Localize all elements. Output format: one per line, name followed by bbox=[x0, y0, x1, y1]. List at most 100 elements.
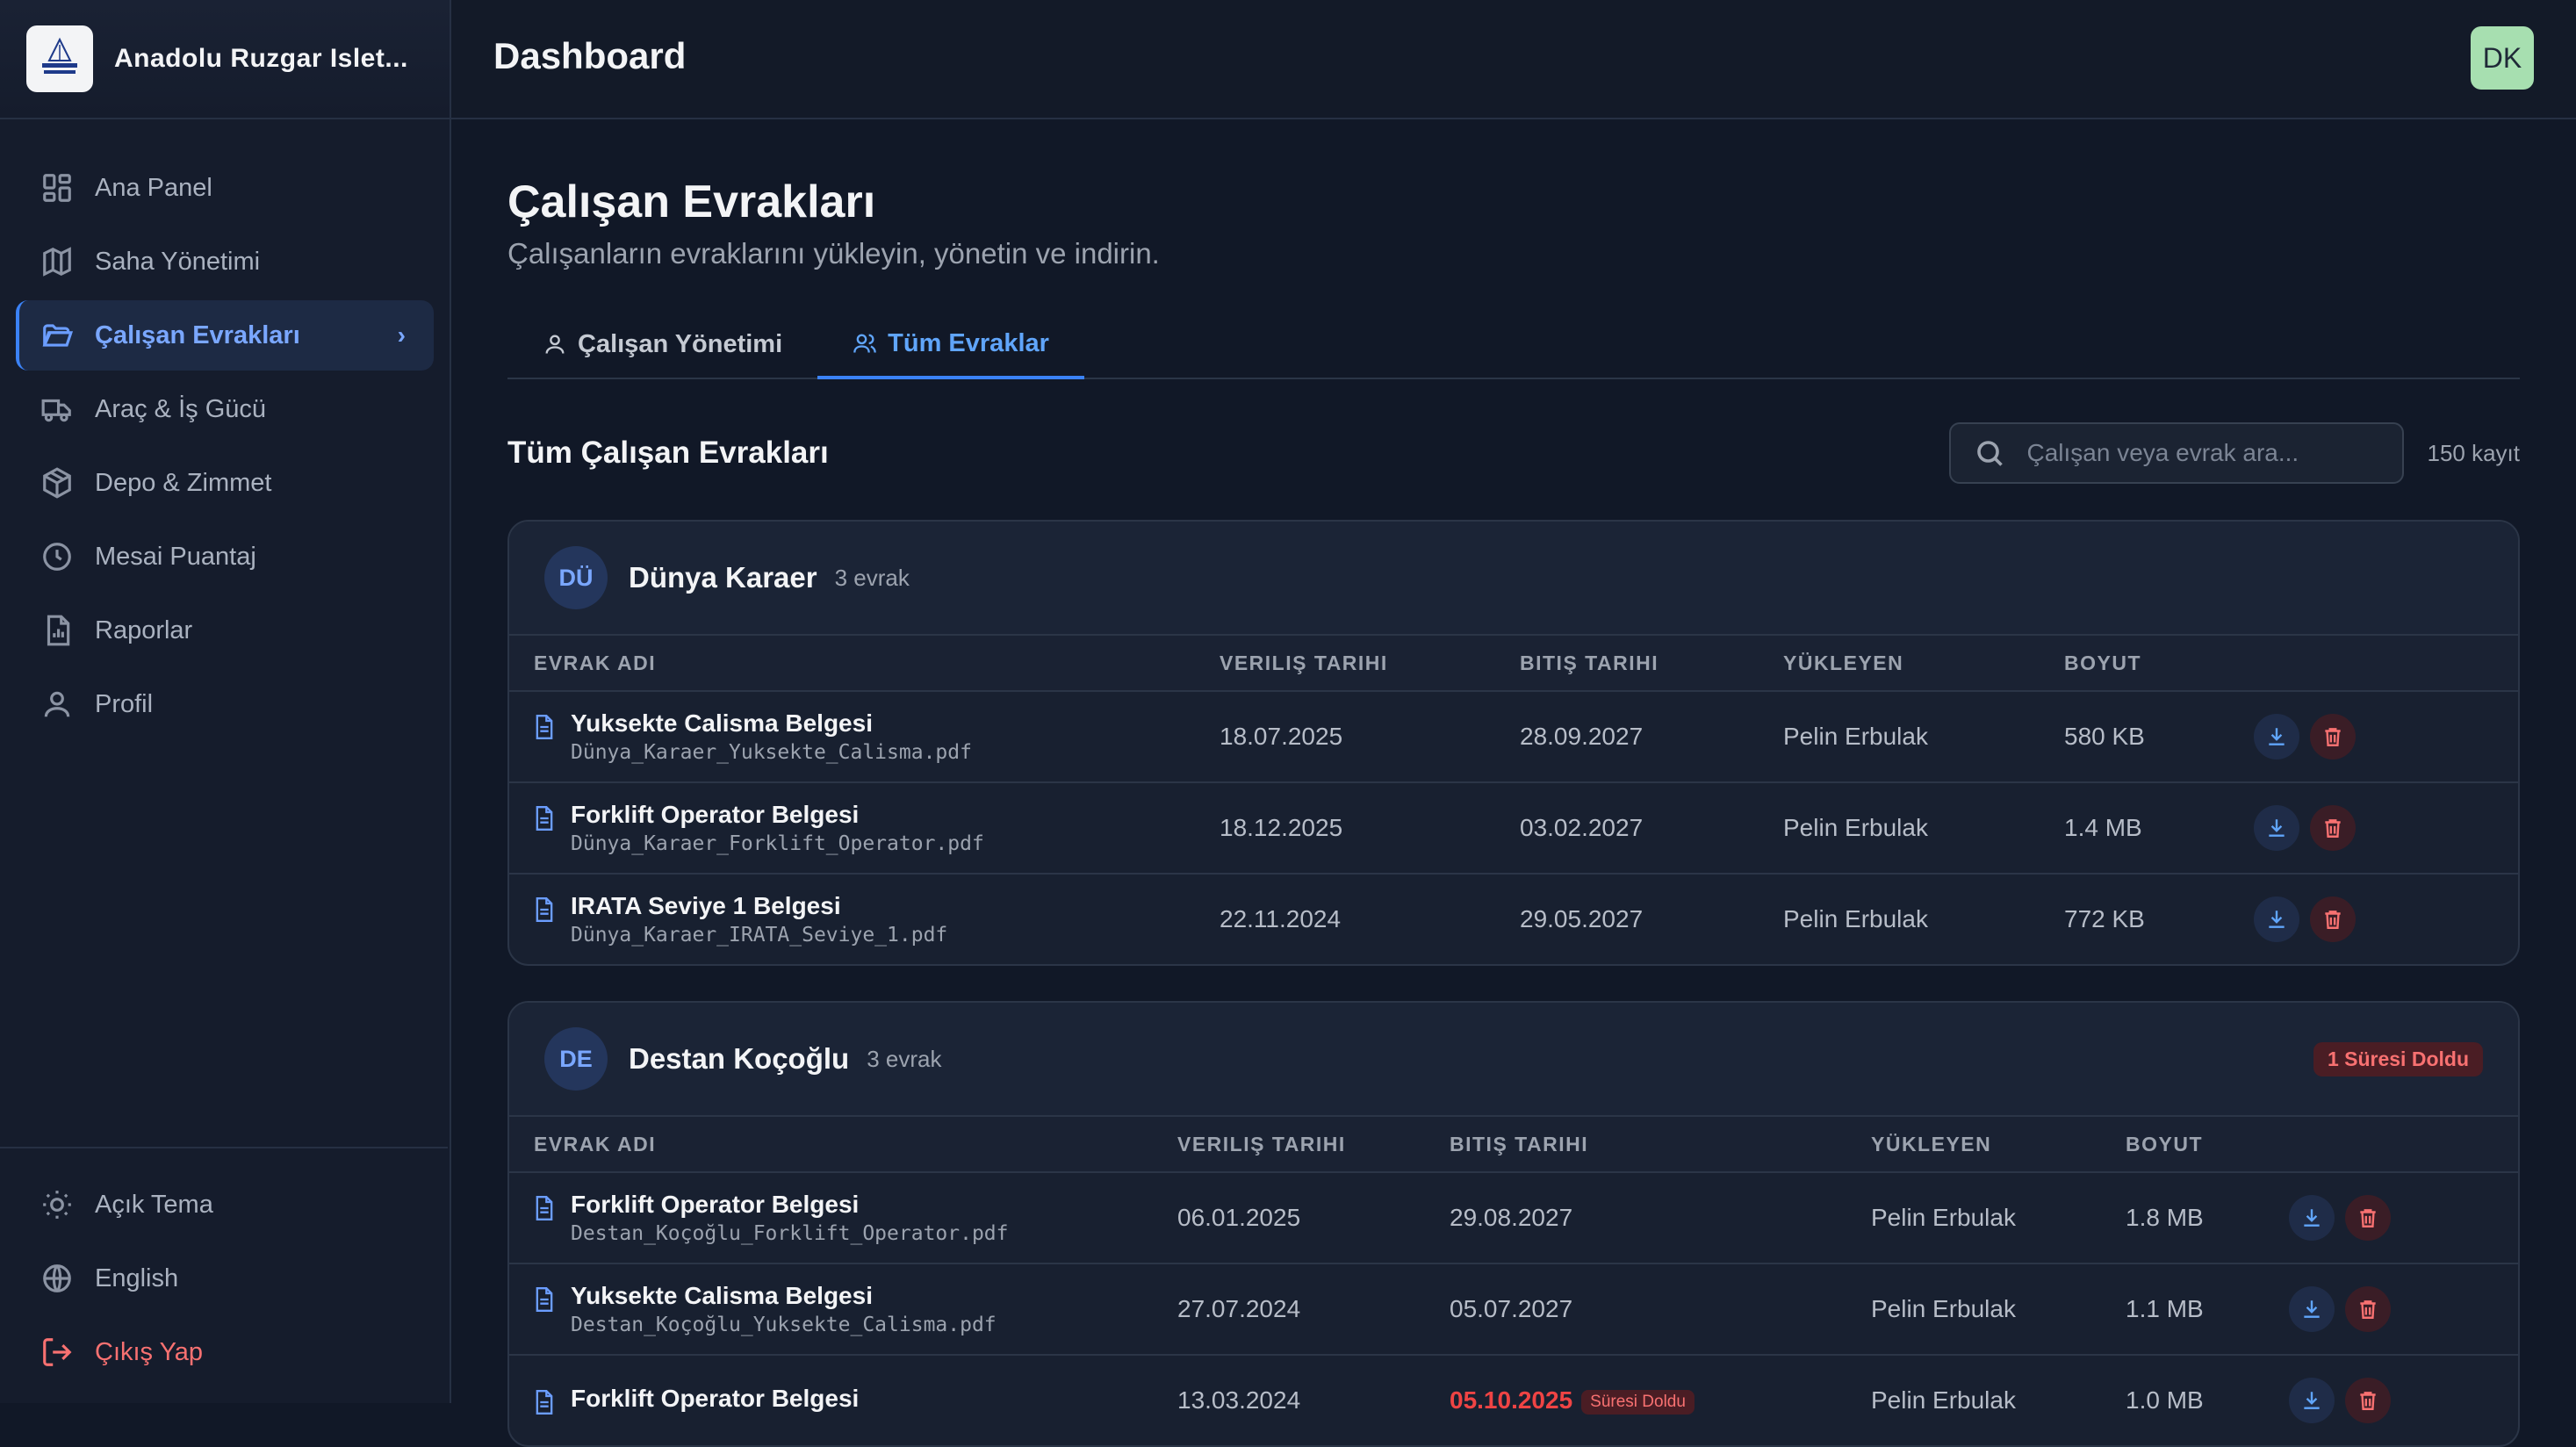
user-icon bbox=[545, 335, 565, 354]
document-name: IRATA Seviye 1 Belgesi bbox=[571, 892, 841, 919]
delete-button[interactable] bbox=[2345, 1286, 2391, 1332]
delete-button[interactable] bbox=[2310, 805, 2356, 851]
table-row: Forklift Operator Belgesi Dünya_Karaer_Fo… bbox=[509, 782, 2518, 875]
file-size: 1.4 MB bbox=[2063, 782, 2253, 875]
tab-tum-evraklar[interactable]: Tüm Evraklar bbox=[817, 311, 1084, 379]
sidebar-item-calisan-evraklari[interactable]: Çalışan Evrakları › bbox=[16, 300, 434, 371]
file-icon bbox=[536, 715, 553, 739]
download-button[interactable] bbox=[2254, 714, 2299, 759]
issued-date: 22.11.2024 bbox=[1220, 905, 1342, 932]
sidebar-footer: Açık Tema English Çıkış Yap bbox=[0, 1147, 448, 1403]
logout-label: Çıkış Yap bbox=[95, 1337, 204, 1366]
header-title: Dashboard bbox=[493, 35, 687, 76]
tab-label: Çalışan Yönetimi bbox=[578, 329, 783, 358]
employee-avatar: DE bbox=[544, 1027, 608, 1091]
sidebar: Anadolu Ruzgar Islet... Ana Panel Saha Y… bbox=[0, 0, 451, 1403]
document-count: 3 evrak bbox=[867, 1045, 942, 1072]
folder-open-icon bbox=[42, 324, 74, 347]
theme-toggle[interactable]: Açık Tema bbox=[16, 1170, 432, 1240]
company-logo[interactable] bbox=[26, 25, 93, 92]
globe-icon bbox=[43, 1264, 71, 1292]
trash-icon bbox=[2360, 1209, 2376, 1227]
expiry-date: 28.09.2027 bbox=[1519, 691, 1782, 783]
sidebar-item-depo-zimmet[interactable]: Depo & Zimmet bbox=[16, 448, 434, 518]
search-input[interactable] bbox=[2025, 438, 2380, 468]
file-size: 1.0 MB bbox=[2126, 1386, 2204, 1414]
expired-badge: 1 Süresi Doldu bbox=[2313, 1041, 2483, 1076]
sidebar-item-profil[interactable]: Profil bbox=[16, 669, 434, 739]
uploader: Pelin Erbulak bbox=[1782, 782, 2063, 875]
delete-button[interactable] bbox=[2310, 896, 2356, 942]
download-icon bbox=[2269, 728, 2285, 745]
app-name: Anadolu Ruzgar Islet... bbox=[114, 44, 408, 73]
document-name: Forklift Operator Belgesi bbox=[571, 801, 860, 828]
download-button[interactable] bbox=[2289, 1286, 2335, 1332]
page-subtitle: Çalışanların evraklarını yükleyin, yönet… bbox=[507, 237, 1160, 270]
uploader: Pelin Erbulak bbox=[1870, 1172, 2125, 1264]
sidebar-item-arac-is-gucu[interactable]: Araç & İş Gücü bbox=[16, 374, 434, 444]
chevron-right-icon: › bbox=[397, 321, 406, 349]
language-toggle-label: English bbox=[95, 1263, 179, 1292]
document-name: Forklift Operator Belgesi bbox=[571, 1191, 860, 1218]
col-header-uploader: YÜKLEYEN bbox=[1870, 1115, 2125, 1173]
col-header-uploader: YÜKLEYEN bbox=[1782, 634, 2063, 692]
page-title: Çalışan Evrakları bbox=[507, 176, 876, 227]
trash-icon bbox=[2325, 911, 2341, 929]
clock-icon bbox=[43, 543, 71, 571]
download-icon bbox=[2304, 1300, 2320, 1318]
trash-icon bbox=[2360, 1300, 2376, 1319]
sidebar-item-label: Profil bbox=[95, 689, 154, 718]
table-row: Yuksekte Calisma Belgesi Dünya_Karaer_Yuk… bbox=[509, 691, 2518, 783]
tab-calisan-yonetimi[interactable]: Çalışan Yönetimi bbox=[507, 311, 817, 378]
document-filename: Destan_Koçoğlu_Forklift_Operator.pdf bbox=[571, 1222, 1009, 1245]
language-toggle[interactable]: English bbox=[16, 1243, 432, 1314]
sidebar-item-label: Raporlar bbox=[95, 616, 193, 644]
users-icon bbox=[853, 334, 876, 353]
expiry-cell: 05.10.2025 Süresi Doldu bbox=[1449, 1355, 1870, 1445]
sidebar-item-mesai-puantaj[interactable]: Mesai Puantaj bbox=[16, 522, 434, 592]
sun-icon bbox=[43, 1191, 71, 1219]
search-box[interactable] bbox=[1949, 422, 2405, 484]
download-button[interactable] bbox=[2254, 896, 2299, 942]
sidebar-item-label: Araç & İş Gücü bbox=[95, 394, 267, 423]
download-button[interactable] bbox=[2289, 1378, 2335, 1423]
sidebar-item-saha-yonetimi[interactable]: Saha Yönetimi bbox=[16, 227, 434, 297]
delete-button[interactable] bbox=[2345, 1195, 2391, 1241]
report-icon bbox=[47, 615, 70, 646]
employee-group-header[interactable]: DE Destan Koçoğlu 3 evrak 1 Süresi Doldu bbox=[509, 1003, 2518, 1115]
sidebar-item-ana-panel[interactable]: Ana Panel bbox=[16, 153, 434, 223]
expiry-date: 05.07.2027 bbox=[1449, 1263, 1870, 1356]
logout-icon bbox=[43, 1338, 72, 1366]
sidebar-item-raporlar[interactable]: Raporlar bbox=[16, 595, 434, 666]
main-content: Çalışan Evrakları Çalışanların evrakları… bbox=[507, 118, 2520, 1447]
delete-button[interactable] bbox=[2345, 1378, 2391, 1423]
user-icon bbox=[44, 691, 70, 717]
issued-date: 18.07.2025 bbox=[1219, 691, 1519, 783]
employee-group: DÜ Dünya Karaer 3 evrak EVRAK ADI VERILI… bbox=[507, 520, 2520, 966]
user-avatar[interactable]: DK bbox=[2471, 26, 2534, 90]
issued-date: 06.01.2025 bbox=[1176, 1172, 1449, 1264]
document-name: Yuksekte Calisma Belgesi bbox=[571, 709, 873, 737]
logout-button[interactable]: Çıkış Yap bbox=[16, 1317, 432, 1387]
col-header-actions bbox=[2288, 1115, 2518, 1173]
table-row: Forklift Operator Belgesi 13.03.2024 05.… bbox=[509, 1355, 2518, 1445]
uploader: Pelin Erbulak bbox=[1783, 905, 1928, 932]
file-icon bbox=[536, 806, 553, 831]
employee-name: Destan Koçoğlu bbox=[629, 1042, 850, 1075]
sidebar-header: Anadolu Ruzgar Islet... bbox=[0, 0, 450, 119]
download-button[interactable] bbox=[2254, 805, 2299, 851]
sidebar-item-label: Çalışan Evrakları bbox=[95, 320, 300, 349]
expiry-date: 29.05.2027 bbox=[1520, 905, 1644, 932]
download-button[interactable] bbox=[2289, 1195, 2335, 1241]
employee-group-header[interactable]: DÜ Dünya Karaer 3 evrak bbox=[509, 522, 2518, 634]
file-size: 580 KB bbox=[2063, 691, 2253, 783]
truck-icon bbox=[41, 399, 71, 422]
table-row: Forklift Operator Belgesi Destan_Koçoğlu_… bbox=[509, 1172, 2518, 1264]
delete-button[interactable] bbox=[2310, 714, 2356, 759]
col-header-size: BOYUT bbox=[2125, 1115, 2288, 1173]
table-header-row: EVRAK ADI VERILIŞ TARIHI BITIŞ TARIHI YÜ… bbox=[509, 634, 2518, 692]
col-header-issued: VERILIŞ TARIHI bbox=[1176, 1115, 1449, 1173]
trash-icon bbox=[2360, 1392, 2376, 1410]
employee-name: Dünya Karaer bbox=[629, 561, 817, 594]
col-header-expires: BITIŞ TARIHI bbox=[1449, 1115, 1870, 1173]
